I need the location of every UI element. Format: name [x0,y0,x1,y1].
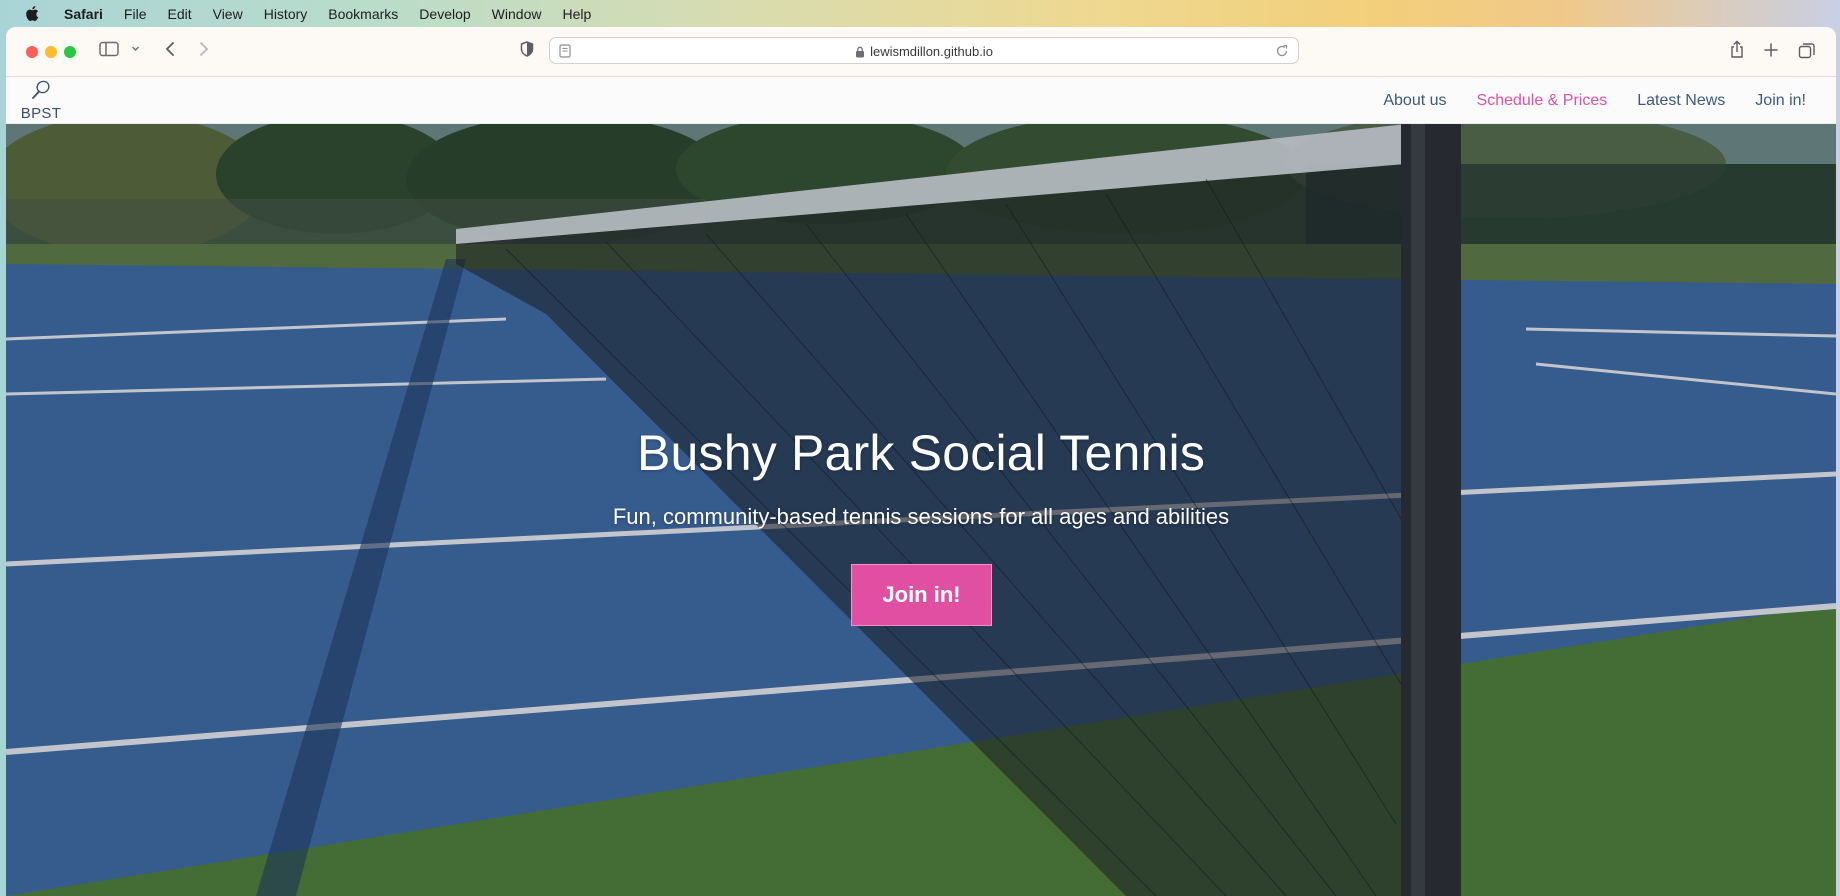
main-nav: About us Schedule & Prices Latest News J… [1353,77,1806,124]
menu-edit[interactable]: Edit [167,6,191,22]
reload-icon[interactable] [1275,44,1289,63]
menu-app-name[interactable]: Safari [64,6,103,22]
minimize-window-button[interactable] [45,46,57,58]
menu-bookmarks[interactable]: Bookmarks [328,6,398,22]
menu-help[interactable]: Help [562,6,591,22]
share-icon[interactable] [1729,40,1745,59]
privacy-shield-icon[interactable] [520,41,534,57]
logo-text: BPST [20,105,62,122]
sidebar-toggle-icon[interactable] [99,41,119,57]
hero-title: Bushy Park Social Tennis [636,425,1206,481]
back-icon[interactable] [164,41,176,57]
nav-join-in[interactable]: Join in! [1755,92,1806,110]
lock-icon [855,46,865,58]
site-navbar: BPST About us Schedule & Prices Latest N… [6,77,1836,124]
hero-content: Bushy Park Social Tennis Fun, community-… [6,124,1836,896]
macos-menu-bar: Safari File Edit View History Bookmarks … [0,0,1840,27]
menu-history[interactable]: History [264,6,308,22]
menu-window[interactable]: Window [492,6,542,22]
nav-schedule-prices[interactable]: Schedule & Prices [1477,92,1608,110]
new-tab-icon[interactable] [1763,42,1779,58]
url-display[interactable]: lewismdillon.github.io [550,38,1298,65]
nav-latest-news[interactable]: Latest News [1637,92,1725,110]
hero-subtitle: Fun, community-based tennis sessions for… [612,504,1230,529]
chevron-down-icon[interactable] [131,44,140,53]
zoom-window-button[interactable] [64,46,76,58]
browser-window: lewismdillon.github.io BPST About us Sch… [6,27,1836,896]
join-in-button[interactable]: Join in! [851,564,992,626]
nav-about-us[interactable]: About us [1383,92,1446,110]
apple-menu-icon[interactable] [24,5,42,22]
site-logo[interactable]: BPST [18,80,64,122]
browser-toolbar: lewismdillon.github.io [6,27,1836,77]
menu-view[interactable]: View [213,6,243,22]
tennis-racket-icon [30,80,52,105]
url-text: lewismdillon.github.io [870,44,993,59]
tab-overview-icon[interactable] [1798,42,1816,59]
hero-section: Bushy Park Social Tennis Fun, community-… [6,124,1836,896]
address-bar[interactable]: lewismdillon.github.io [549,37,1299,64]
menu-file[interactable]: File [124,6,147,22]
menu-develop[interactable]: Develop [419,6,470,22]
close-window-button[interactable] [26,46,38,58]
forward-icon[interactable] [198,41,210,57]
